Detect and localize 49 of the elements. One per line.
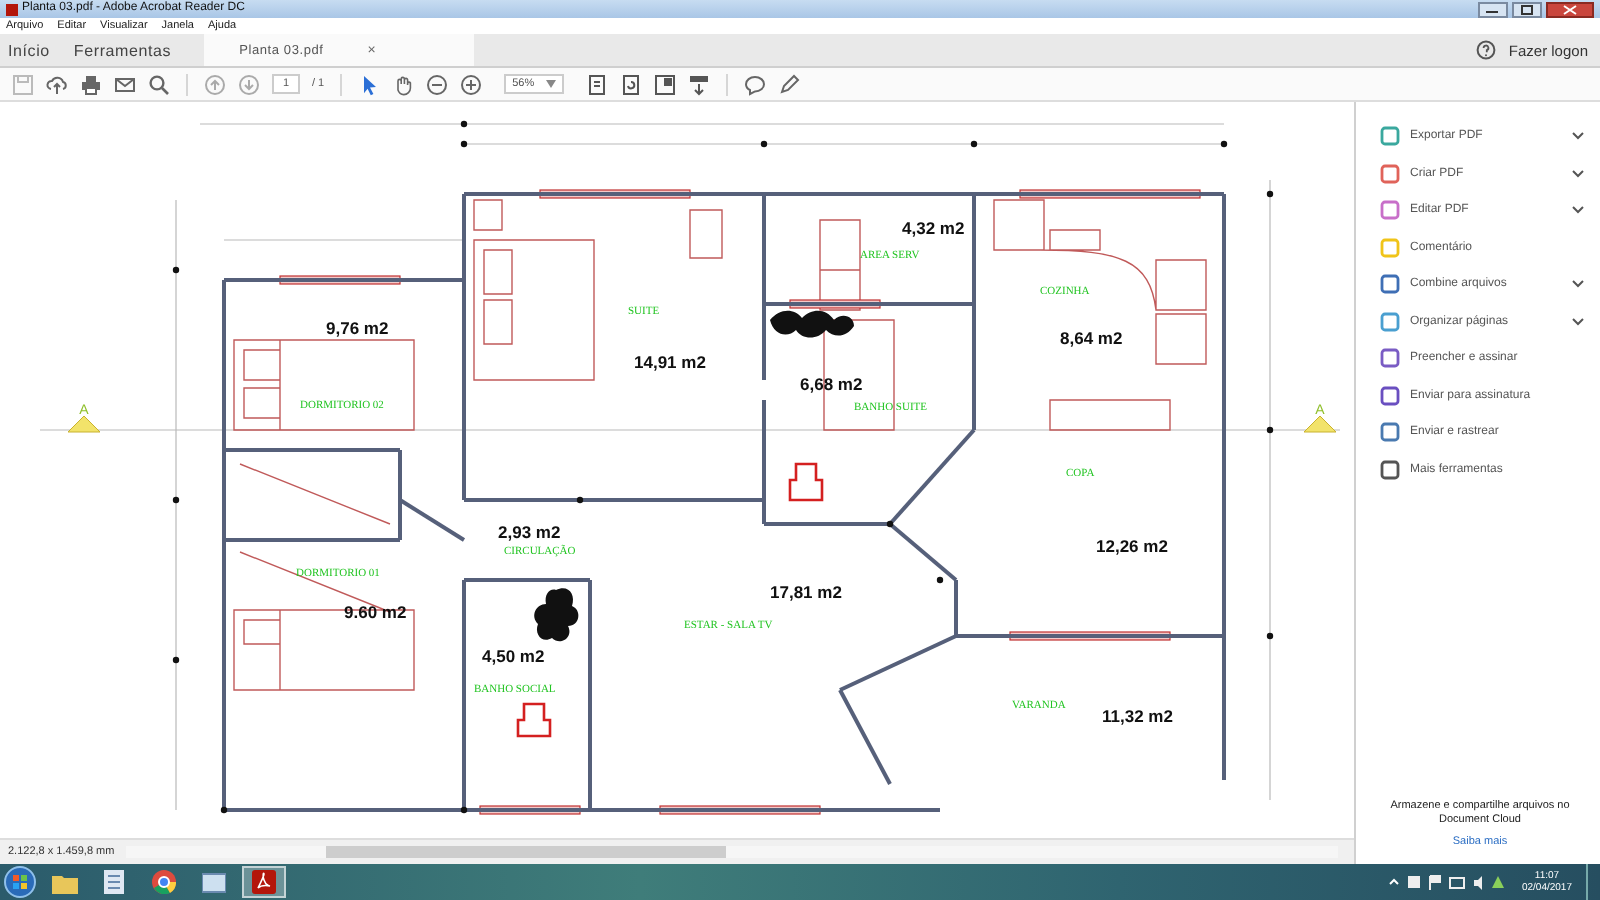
- room-area: 11,32 m2: [1102, 706, 1173, 726]
- horizontal-scrollbar[interactable]: [126, 846, 1338, 858]
- fit-page-icon[interactable]: [586, 73, 609, 95]
- rotate-page-icon[interactable]: [620, 73, 643, 95]
- window-icon: [202, 871, 226, 893]
- room-area: 17,81 m2: [770, 582, 842, 602]
- room-area: 14,91 m2: [634, 352, 706, 372]
- taskbar-button[interactable]: [242, 866, 286, 898]
- pdf-app-icon: [252, 870, 276, 894]
- pdf-app-icon: [6, 3, 18, 15]
- comment-icon[interactable]: [744, 73, 767, 95]
- search-icon[interactable]: [148, 73, 170, 95]
- room-area: 9.60 m2: [344, 602, 407, 622]
- chevron-down-icon[interactable]: [1572, 317, 1584, 326]
- full-screen-icon[interactable]: [654, 73, 677, 95]
- room-area: 6,68 m2: [800, 374, 863, 394]
- start-icon[interactable]: [4, 866, 36, 898]
- tray-icons-drawing: [1387, 874, 1508, 890]
- folder-icon: [51, 871, 77, 893]
- room-area: 4,32 m2: [902, 218, 965, 238]
- cloud-upload-icon[interactable]: [46, 73, 68, 95]
- close-icon[interactable]: [1546, 1, 1594, 17]
- zoom-in-icon[interactable]: [460, 73, 483, 95]
- tab[interactable]: Ferramentas: [61, 34, 184, 66]
- room-area: 12,26 m2: [1096, 536, 1168, 556]
- maximize-icon[interactable]: [1512, 1, 1542, 17]
- minimize-icon[interactable]: [1478, 1, 1508, 17]
- section-marker-icon: [67, 415, 101, 433]
- caret-icon: [546, 80, 557, 88]
- read-mode-icon[interactable]: [688, 73, 711, 95]
- mail-icon[interactable]: [114, 73, 136, 95]
- room-area: 2,93 m2: [498, 522, 561, 542]
- room-area: 8,64 m2: [1060, 328, 1123, 348]
- help-icon[interactable]: [1476, 40, 1497, 60]
- chevron-down-icon[interactable]: [1572, 206, 1584, 215]
- room-area: 9,76 m2: [326, 318, 389, 338]
- browser-icon: [152, 870, 176, 894]
- room-area: 4,50 m2: [482, 646, 545, 666]
- section-marker-icon: [1303, 415, 1337, 433]
- zoom-out-icon[interactable]: [426, 73, 449, 95]
- chevron-down-icon[interactable]: [1572, 280, 1584, 289]
- chevron-down-icon[interactable]: [1572, 132, 1584, 141]
- pen-icon[interactable]: [778, 73, 801, 95]
- print-icon[interactable]: [80, 73, 102, 95]
- pointer-icon[interactable]: [358, 73, 381, 95]
- chevron-down-icon[interactable]: [1572, 169, 1584, 178]
- document-icon: [104, 870, 124, 894]
- hand-icon[interactable]: [392, 73, 415, 95]
- tab[interactable]: Início: [0, 34, 62, 66]
